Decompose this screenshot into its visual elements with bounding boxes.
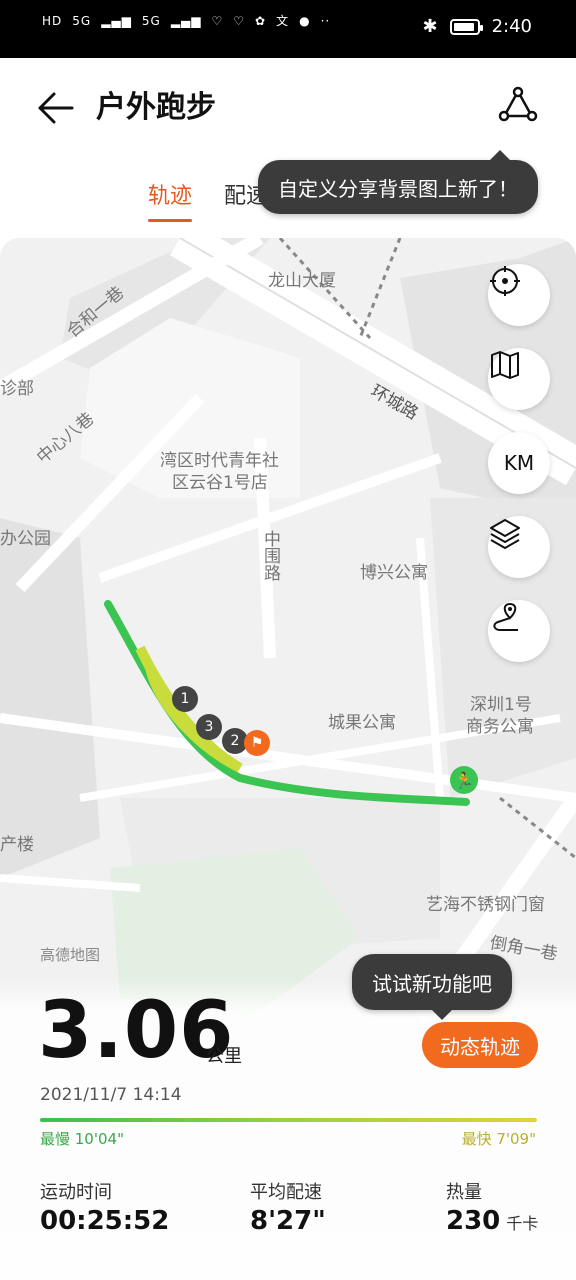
map-label: 诊部 [0, 379, 34, 399]
map-icon [491, 351, 519, 379]
clock: 2:40 [491, 16, 532, 37]
map-label: 城果公寓 [328, 713, 396, 733]
map-label: 艺海不锈钢门窗 [426, 895, 545, 915]
route-icon [493, 602, 518, 631]
more-dots-icon: ·· [320, 13, 331, 28]
bluetooth-icon: ✱ [422, 16, 438, 37]
distance-unit: 公里 [206, 1046, 242, 1067]
map-provider-label: 高德地图 [40, 946, 101, 964]
locate-icon [490, 266, 520, 296]
end-flag-icon: ⚑ [244, 730, 270, 756]
tab-track[interactable]: 轨迹 [148, 178, 193, 222]
try-new-feature-tooltip[interactable]: 试试新功能吧 [352, 954, 512, 1020]
km-marker: 1 [172, 686, 198, 712]
map-label: 区云谷1号店 [172, 473, 268, 493]
share-button[interactable] [496, 84, 540, 128]
stat-label-avg-pace: 平均配速 [250, 1182, 322, 1203]
page-title: 户外跑步 [96, 90, 216, 125]
signal-bars-icon: ▂▄▆ [101, 13, 132, 28]
map-label: 产楼 [0, 835, 34, 855]
stat-label-calories: 热量 [446, 1182, 482, 1203]
calories-unit: 千卡 [506, 1214, 539, 1233]
dynamic-track-button[interactable]: 动态轨迹 [422, 1022, 538, 1068]
signal-bars-icon: ▂▄▆ [170, 13, 202, 28]
map-label: 博兴公寓 [360, 563, 428, 583]
layers-icon [490, 519, 520, 549]
stat-value-avg-pace: 8'27" [250, 1206, 326, 1236]
layers-button[interactable] [488, 516, 550, 578]
map-label: 中围路 [260, 530, 280, 581]
map-label: 商务公寓 [466, 717, 534, 737]
map-type-button[interactable] [488, 348, 550, 410]
wechat-icon: ✿ [255, 13, 267, 28]
start-runner-icon: 🏃 [450, 766, 478, 794]
status-left: HD 5G ▂▄▆ 5G ▂▄▆ ♡ ♡ ✿ 文 ● ·· [42, 12, 330, 29]
hd-indicator: HD [42, 13, 63, 28]
route-button[interactable] [488, 600, 550, 662]
km-marker: 3 [196, 714, 222, 740]
share-background-tooltip[interactable]: 自定义分享背景图上新了！ [258, 150, 538, 214]
share-icon [498, 86, 538, 122]
back-button[interactable] [34, 86, 78, 130]
back-arrow-icon [38, 92, 74, 124]
workout-datetime: 2021/11/7 14:14 [40, 1085, 182, 1105]
stat-value-calories: 230 千卡 [446, 1206, 538, 1236]
slowest-pace: 最慢 10'04" [40, 1130, 124, 1148]
stat-label-duration: 运动时间 [40, 1182, 112, 1203]
pace-gradient-bar [40, 1118, 537, 1122]
message-icon: ● [299, 13, 311, 28]
header: 户外跑步 [0, 58, 576, 152]
map-label: 龙山大厦 [268, 271, 336, 291]
calories-number: 230 [446, 1206, 501, 1236]
translate-icon: 文 [276, 14, 290, 28]
locate-button[interactable] [488, 264, 550, 326]
signal-5g-2: 5G [141, 13, 161, 28]
distance-value: 3.06 [38, 986, 235, 1076]
status-bar: HD 5G ▂▄▆ 5G ▂▄▆ ♡ ♡ ✿ 文 ● ·· ✱ 2:40 [0, 0, 576, 58]
heart-icon: ♡ [211, 13, 224, 28]
status-right: ✱ 2:40 [422, 16, 532, 37]
battery-icon [449, 18, 483, 35]
km-toggle-button[interactable]: KM [488, 432, 550, 494]
heartbeat-icon: ♡ [233, 13, 246, 28]
signal-5g-1: 5G [72, 13, 92, 28]
map-label: 办公园 [0, 529, 51, 549]
stat-value-duration: 00:25:52 [40, 1206, 170, 1236]
fastest-pace: 最快 7'09" [461, 1130, 536, 1148]
